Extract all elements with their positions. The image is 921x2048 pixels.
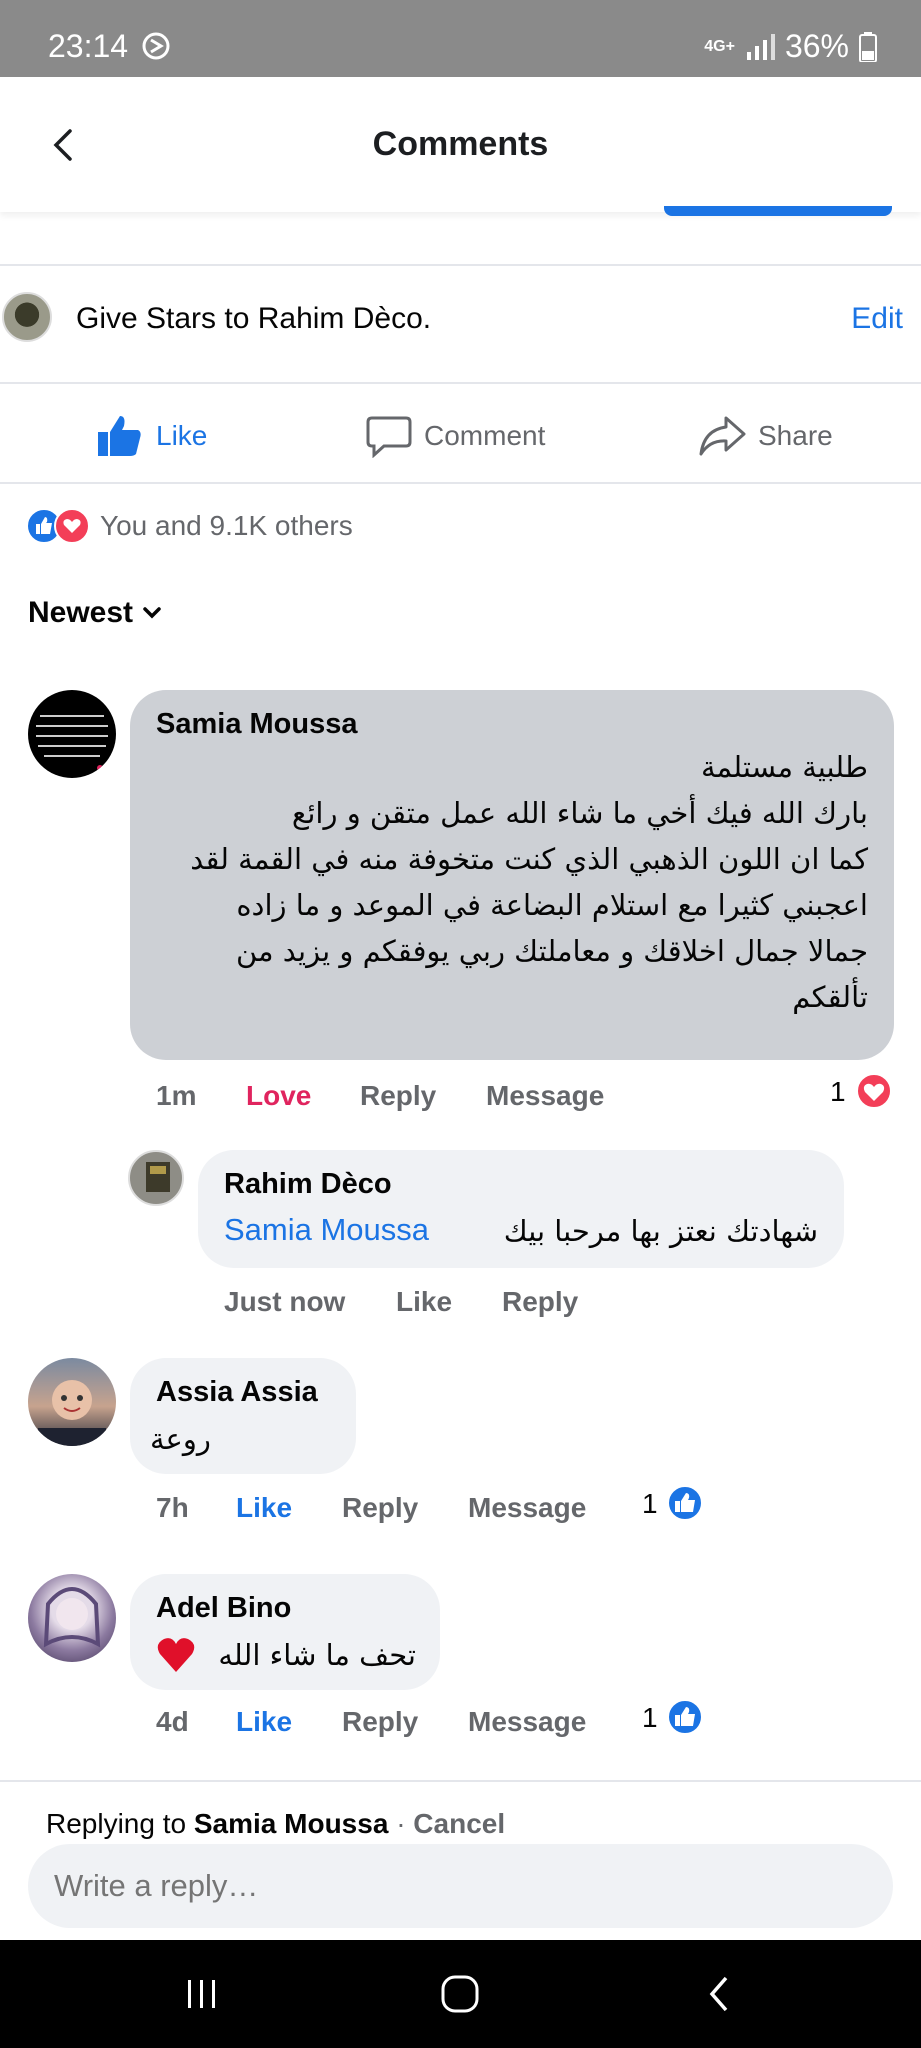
reply-composer: Replying to Samia Moussa · Cancel (0, 1780, 921, 1940)
reaction-count[interactable]: 1 (642, 1702, 658, 1734)
avatar[interactable] (28, 690, 116, 778)
avatar-image (36, 715, 108, 771)
divider (0, 382, 921, 384)
share-arrow-icon (699, 416, 746, 456)
replying-to-name: Samia Moussa (193, 1808, 389, 1839)
share-button[interactable]: Share (698, 414, 833, 458)
love-reaction-icon (856, 1073, 892, 1109)
comment-text: روعة (150, 1422, 211, 1456)
comment-bubble[interactable]: Adel Bino تحف ما شاء الله (130, 1574, 440, 1690)
comment-button[interactable]: Comment (366, 414, 545, 458)
red-heart-icon (157, 1638, 195, 1672)
like-button[interactable]: Like (236, 1706, 292, 1738)
network-label: 4G+ (704, 37, 735, 55)
like-button[interactable]: Like (96, 414, 207, 458)
reactions-summary[interactable]: You and 9.1K others (26, 508, 353, 544)
reply-bubble[interactable]: Rahim Dèco Samia Moussa شهادتك نعتز بها … (198, 1150, 844, 1268)
comment-author[interactable]: Adel Bino (156, 1592, 291, 1625)
reactions-text: You and 9.1K others (100, 510, 353, 541)
message-button[interactable]: Message (486, 1080, 604, 1112)
reaction-count[interactable]: 1 (830, 1076, 846, 1108)
like-reaction-icon (667, 1485, 703, 1521)
avatar-image (146, 1162, 170, 1192)
comment-time: 1m (156, 1080, 197, 1111)
replying-to-label: Replying to Samia Moussa · Cancel (46, 1808, 506, 1839)
sync-icon (142, 32, 170, 60)
comments-header: Comments (0, 77, 921, 212)
back-icon[interactable] (700, 1974, 740, 2014)
message-button[interactable]: Message (468, 1706, 586, 1738)
post-avatar[interactable] (2, 292, 52, 342)
reaction-count[interactable]: 1 (642, 1488, 658, 1520)
love-button[interactable]: Love (246, 1080, 311, 1112)
comment-text: تحف ما شاء الله (218, 1638, 416, 1672)
signal-icon (746, 33, 775, 60)
comment-bubble[interactable]: Assia Assia روعة (130, 1358, 356, 1474)
page-title: Comments (372, 125, 549, 163)
reply-input[interactable] (28, 1844, 893, 1928)
love-reaction-icon (54, 508, 90, 544)
like-button[interactable]: Like (236, 1492, 292, 1524)
avatar-image (43, 1587, 101, 1648)
comment-time: 7h (156, 1492, 189, 1523)
thumbs-up-icon (98, 416, 141, 456)
sort-dropdown[interactable]: Newest (28, 596, 163, 630)
post-actions: Like Comment Share (0, 386, 921, 482)
battery-icon (859, 31, 877, 62)
comment-author[interactable]: Assia Assia (156, 1376, 318, 1409)
divider (0, 482, 921, 484)
reply-author[interactable]: Rahim Dèco (224, 1168, 392, 1201)
scroll-indicator (664, 206, 892, 216)
avatar[interactable] (128, 1150, 184, 1206)
reply-button[interactable]: Reply (360, 1080, 436, 1112)
reply-text: شهادتك نعتز بها مرحبا بيك (503, 1214, 818, 1248)
comment-author[interactable]: Samia Moussa (156, 708, 357, 741)
status-time: 23:14 (48, 28, 171, 65)
mention-link[interactable]: Samia Moussa (224, 1212, 429, 1248)
avatar-image (38, 1380, 106, 1446)
message-button[interactable]: Message (468, 1492, 586, 1524)
comment-bubble[interactable]: Samia Moussa طلبية مستلمة بارك الله فيك … (130, 690, 894, 1060)
cancel-button[interactable]: Cancel (413, 1808, 505, 1839)
avatar[interactable] (28, 1574, 116, 1662)
avatar[interactable] (28, 1358, 116, 1446)
home-icon[interactable] (438, 1974, 482, 2014)
comment-icon (366, 416, 412, 458)
reply-button[interactable]: Reply (502, 1286, 578, 1318)
reply-button[interactable]: Reply (342, 1492, 418, 1524)
comment-text: طلبية مستلمة بارك الله فيك أخي ما شاء ال… (190, 750, 868, 1014)
comment-time: 4d (156, 1706, 189, 1737)
status-indicators: 4G+ 36% (704, 28, 877, 65)
status-bar: 23:14 4G+ 36% (0, 0, 921, 77)
reply-time: Just now (224, 1286, 346, 1317)
like-reaction-icon (667, 1699, 703, 1735)
post-text: Give Stars to Rahim Dèco. (76, 302, 432, 335)
battery-label: 36% (784, 28, 849, 64)
reply-button[interactable]: Reply (342, 1706, 418, 1738)
edit-button[interactable]: Edit (851, 302, 903, 336)
chevron-down-icon (143, 607, 161, 619)
post-summary: Give Stars to Rahim Dèco. Edit (0, 266, 921, 381)
recent-apps-icon[interactable] (182, 1974, 222, 2014)
system-nav-bar (0, 1940, 921, 2048)
like-button[interactable]: Like (396, 1286, 452, 1318)
